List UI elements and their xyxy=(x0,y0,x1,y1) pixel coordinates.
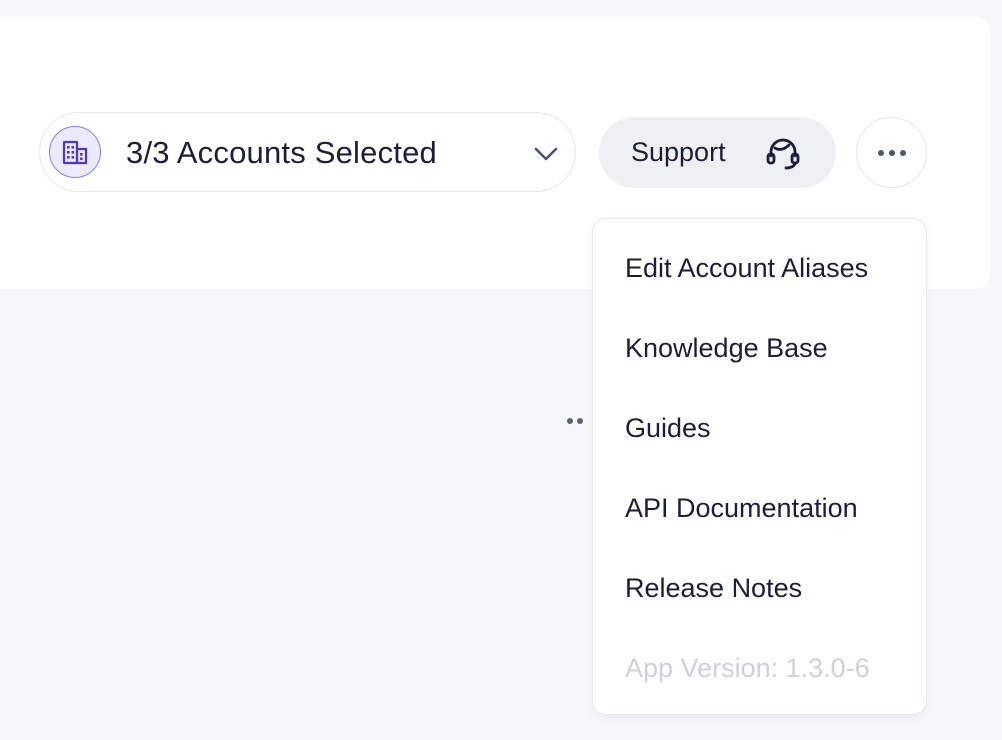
account-selector-label: 3/3 Accounts Selected xyxy=(126,135,437,170)
menu-item-api-documentation[interactable]: API Documentation xyxy=(625,493,858,524)
building-icon xyxy=(49,126,101,178)
menu-item-edit-account-aliases[interactable]: Edit Account Aliases xyxy=(625,253,868,284)
more-horizontal-icon xyxy=(878,150,906,156)
support-button[interactable]: Support xyxy=(599,117,836,188)
support-button-label: Support xyxy=(631,137,726,167)
more-options-button[interactable] xyxy=(856,117,927,188)
menu-item-release-notes[interactable]: Release Notes xyxy=(625,573,802,604)
headset-icon xyxy=(765,135,801,171)
account-selector[interactable]: 3/3 Accounts Selected xyxy=(39,112,576,192)
chevron-down-icon xyxy=(533,141,559,167)
app-version-label: App Version: 1.3.0-6 xyxy=(625,653,870,683)
menu-item-knowledge-base[interactable]: Knowledge Base xyxy=(625,333,828,364)
menu-item-guides[interactable]: Guides xyxy=(625,413,711,444)
dropdown-menu: Edit Account Aliases Knowledge Base Guid… xyxy=(592,218,927,715)
loading-dots-icon xyxy=(567,418,583,424)
